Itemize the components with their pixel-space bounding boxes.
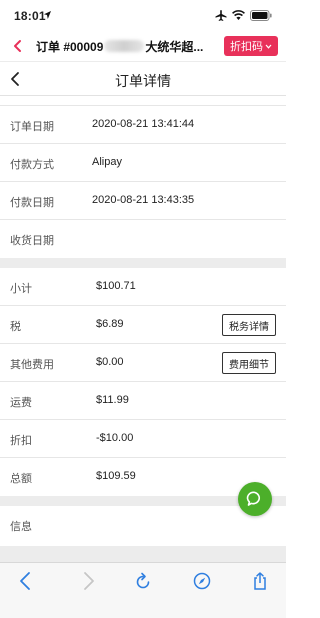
- row-order-date: 订单日期 2020-08-21 13:41:44: [0, 106, 286, 144]
- row-label: 付款方式: [10, 159, 54, 171]
- order-title-prefix: 订单 #00009: [36, 40, 104, 54]
- chat-bubble-icon: [246, 491, 261, 506]
- redacted-order-number: [104, 40, 145, 52]
- location-arrow-icon: [44, 11, 51, 19]
- row-subtotal: 小计 $100.71: [0, 268, 286, 306]
- compass-icon[interactable]: [192, 571, 212, 591]
- row-delivery-date: 收货日期: [0, 220, 286, 258]
- app-header: 订单 #00009 大统华超... 折扣码: [0, 30, 286, 62]
- coupon-code-label: 折扣码: [230, 41, 263, 53]
- row-label: 订单日期: [10, 121, 54, 133]
- order-title-store: 大统华超...: [145, 40, 204, 54]
- browser-toolbar: [0, 562, 286, 618]
- row-payment-date: 付款日期 2020-08-21 13:43:35: [0, 182, 286, 220]
- row-value: $100.71: [96, 280, 136, 292]
- status-time: 18:01: [14, 9, 46, 23]
- back-arrow-icon[interactable]: [16, 571, 36, 591]
- reload-icon[interactable]: [133, 571, 153, 591]
- row-value: -$10.00: [96, 432, 134, 444]
- row-discount: 折扣 -$10.00: [0, 420, 286, 458]
- row-label: 收货日期: [10, 235, 54, 247]
- status-bar: 18:01: [0, 0, 286, 30]
- row-tax: 税 $6.89 税务详情: [0, 306, 286, 344]
- page-bottom-fill: [0, 546, 286, 562]
- tax-details-button[interactable]: 税务详情: [222, 314, 276, 336]
- row-label: 折扣: [10, 435, 32, 447]
- row-label: 税: [10, 321, 21, 333]
- row-label: 信息: [10, 521, 32, 533]
- row-label: 其他费用: [10, 359, 54, 371]
- order-title: 订单 #00009 大统华超...: [36, 38, 203, 55]
- nav-bar: 订单详情: [0, 62, 286, 96]
- order-detail-content: 订单日期 2020-08-21 13:41:44 付款方式 Alipay 付款日…: [0, 96, 286, 544]
- airplane-icon: [215, 9, 227, 21]
- row-value: $11.99: [96, 394, 129, 406]
- row-label: 总额: [10, 473, 32, 485]
- row-label: 付款日期: [10, 197, 54, 209]
- row-value: $0.00: [96, 356, 124, 368]
- row-payment-method: 付款方式 Alipay: [0, 144, 286, 182]
- row-other-fees: 其他费用 $0.00 费用细节: [0, 344, 286, 382]
- row-label: 小计: [10, 283, 32, 295]
- row-label: 运费: [10, 397, 32, 409]
- chat-button[interactable]: [238, 482, 272, 516]
- coupon-code-button[interactable]: 折扣码: [224, 36, 278, 56]
- share-icon[interactable]: [250, 571, 270, 591]
- battery-icon: [250, 9, 272, 21]
- row-value: $109.59: [96, 470, 136, 482]
- row-value: 2020-08-21 13:41:44: [92, 118, 195, 130]
- close-back-icon[interactable]: [10, 38, 26, 54]
- forward-arrow-icon[interactable]: [78, 571, 98, 591]
- fee-details-button[interactable]: 费用细节: [222, 352, 276, 374]
- page-title: 订单详情: [115, 73, 171, 89]
- row-value: 2020-08-21 13:43:35: [92, 194, 195, 206]
- wifi-icon: [232, 10, 245, 20]
- row-value: $6.89: [96, 318, 124, 330]
- row-value: Alipay: [92, 156, 122, 168]
- section-divider: [0, 258, 286, 268]
- spacer: [0, 96, 286, 106]
- chevron-down-icon: [265, 44, 272, 49]
- row-shipping: 运费 $11.99: [0, 382, 286, 420]
